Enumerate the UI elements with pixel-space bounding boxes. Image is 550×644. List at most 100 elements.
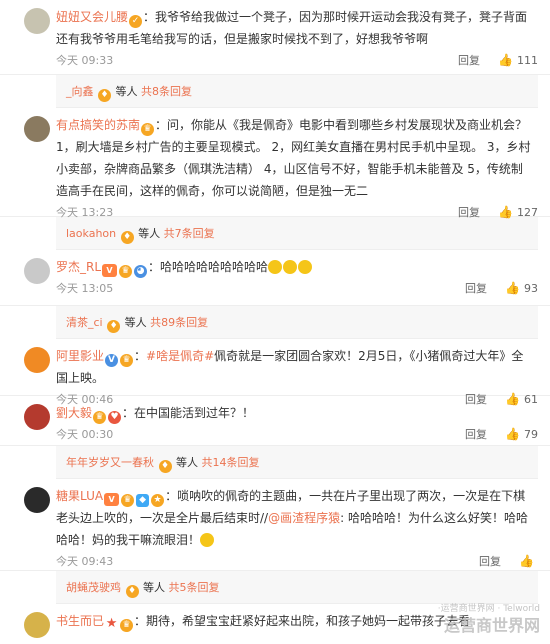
laugh-emoji-icon [268, 260, 283, 274]
like-button[interactable]: 👍 93 [505, 281, 538, 295]
timestamp: 今天 09:33 [56, 54, 114, 67]
comment-body: 有点搞笑的苏南 ♛ ：问，你能从《我是佩奇》电影中看到哪些乡村发展现状及商业机会？ … [56, 114, 538, 202]
reply-thread[interactable]: 清茶_ci ♦ 等人 共89条回复 [56, 306, 538, 339]
comment-text: ：在中国能活到过年？！ [122, 406, 255, 420]
comment-item: 有点搞笑的苏南 ♛ ：问，你能从《我是佩奇》电影中看到哪些乡村发展现状及商业机会？ … [0, 108, 550, 219]
mention-link[interactable]: @画渣程序猿 [268, 511, 340, 525]
thumbs-up-icon: 👍 [505, 427, 520, 441]
like-count: 111 [517, 53, 538, 67]
user-badge-icon: ♦ [120, 231, 134, 244]
reply-user-link[interactable]: 清茶_ci [66, 316, 103, 329]
timestamp: 今天 09:43 [56, 555, 114, 568]
member-badge-icon: ♛ [93, 411, 107, 424]
thumbs-up-icon: 👍 [498, 53, 513, 67]
reply-etc: 等人 [115, 85, 138, 98]
comment-meta: 今天 09:43 回复 👍 [56, 551, 538, 571]
username-link[interactable]: 劉大毅 [56, 406, 92, 420]
comment-actions: 回复 👍 79 [465, 426, 538, 442]
reply-etc: 等人 [176, 456, 198, 469]
username-link[interactable]: 罗杰_RL [56, 260, 101, 274]
comment-actions: 回复 👍 93 [465, 280, 538, 296]
user-badge-icon: ♦ [98, 89, 111, 102]
timestamp: 今天 13:05 [56, 282, 114, 295]
reply-button[interactable]: 回复 [465, 426, 487, 442]
timestamp: 今天 13:23 [56, 206, 114, 219]
avatar[interactable] [24, 8, 50, 34]
reply-user-link[interactable]: 胡蝇茂驶鸡 [66, 581, 121, 594]
thumbs-up-icon: 👍 [505, 281, 520, 295]
reply-user-link[interactable]: _向鑫 [66, 85, 94, 98]
shield-icon: ◆ [136, 494, 150, 507]
avatar[interactable] [24, 347, 50, 373]
watermark: 运营商世界网 [443, 616, 540, 635]
vip-badge-icon: V [104, 493, 120, 506]
reply-button[interactable]: 回复 [458, 204, 480, 220]
reply-etc: 等人 [124, 316, 147, 329]
thumbs-up-icon: 👍 [498, 205, 513, 219]
reply-thread[interactable]: 年年岁岁又一春秋 ♦ 等人 共14条回复 [56, 446, 538, 479]
reply-button[interactable]: 回复 [465, 280, 487, 296]
comment-body: 糖果LUA V ♛ ◆ ★ ：唢呐吹的佩奇的主题曲，一共在片子里出现了两次，一次是在下棋老… [56, 485, 538, 551]
fan-badge-icon: ★ [151, 494, 165, 507]
verified-badge-icon: V [105, 354, 119, 367]
username-link[interactable]: 有点搞笑的苏南 [56, 118, 140, 132]
topic-link[interactable]: #啥是佩奇# [146, 349, 214, 363]
reply-user-link[interactable]: laokahon [66, 227, 116, 240]
reply-count-link[interactable]: 共89条回复 [150, 316, 208, 329]
comment-body: 阿里影业 V ♛ ：#啥是佩奇#佩奇就是一家团圆合家欢！2月5日，《小猪佩奇过大年》全… [56, 349, 524, 385]
comment-meta: 今天 13:05 回复 👍 93 [56, 278, 538, 298]
reply-thread[interactable]: _向鑫 ♦ 等人 共8条回复 [56, 75, 538, 108]
member-badge-icon: ♛ [119, 265, 133, 278]
like-button[interactable]: 👍 111 [498, 53, 538, 67]
avatar[interactable] [24, 612, 50, 638]
reply-count-link[interactable]: 共7条回复 [164, 227, 215, 240]
like-button[interactable]: 👍 79 [505, 427, 538, 441]
vip-badge-icon: V [102, 264, 118, 277]
member-badge-icon: ♛ [120, 619, 134, 632]
comment-body: 劉大毅 ♛ ♥ ：在中国能活到过年？！ [56, 402, 538, 424]
reply-etc: 等人 [138, 227, 161, 240]
reply-etc: 等人 [143, 581, 165, 594]
like-button[interactable]: 👍 127 [498, 205, 538, 219]
comment-meta: 今天 09:33 回复 👍 111 [56, 50, 538, 70]
comment-meta: 今天 13:23 回复 👍 127 [56, 202, 538, 222]
member-badge-icon: ♛ [121, 494, 135, 507]
timestamp: 今天 00:30 [56, 428, 114, 441]
reply-user-link[interactable]: 年年岁岁又一春秋 [66, 456, 154, 469]
comment-text: ：期待，希望宝宝赶紧好起来出院，和孩子她妈一起带孩子去看 [134, 614, 471, 628]
reply-count-link[interactable]: 共14条回复 [202, 456, 260, 469]
username-link[interactable]: 阿里影业 [56, 349, 104, 363]
laugh-emoji-icon [283, 260, 298, 274]
comment-item: 阿里影业 V ♛ ：#啥是佩奇#佩奇就是一家团圆合家欢！2月5日，《小猪佩奇过大年》全… [0, 339, 550, 406]
comment-item: 妞妞又会儿腰 ✓ ：我爷爷给我做过一个凳子，因为那时候开运动会我没有凳子，凳子背面还… [0, 0, 550, 75]
username-link[interactable]: 妞妞又会儿腰 [56, 10, 128, 24]
avatar[interactable] [24, 258, 50, 284]
user-badge-icon: ♦ [125, 585, 139, 598]
like-count: 79 [524, 427, 538, 441]
username-link[interactable]: 书生而已 [56, 614, 104, 628]
reply-button[interactable]: 回复 [479, 553, 501, 569]
avatar[interactable] [24, 487, 50, 513]
username-link[interactable]: 糖果LUA [56, 489, 103, 503]
reply-button[interactable]: 回复 [458, 52, 480, 68]
comment-item: 糖果LUA V ♛ ◆ ★ ：唢呐吹的佩奇的主题曲，一共在片子里出现了两次，一次是在下棋老… [0, 479, 550, 571]
comment-meta: 今天 00:30 回复 👍 79 [56, 424, 538, 444]
avatar[interactable] [24, 404, 50, 430]
reply-thread[interactable]: 胡蝇茂驶鸡 ♦ 等人 共5条回复 [56, 571, 538, 604]
fan-badge-icon: ♥ [108, 411, 122, 424]
laugh-emoji-icon [298, 260, 313, 274]
avatar[interactable] [24, 116, 50, 142]
star-badge-icon: ★ [105, 616, 118, 631]
comment-item: 罗杰_RL V ♛ ◕ ：哈哈哈哈哈哈哈哈哈 今天 13:05 回复 👍 93 [0, 250, 550, 306]
comment-item: 劉大毅 ♛ ♥ ：在中国能活到过年？！ 今天 00:30 回复 👍 79 [0, 396, 550, 446]
cry-emoji-icon [200, 533, 215, 547]
user-badge-icon: ♦ [158, 460, 172, 473]
reply-count-link[interactable]: 共8条回复 [141, 85, 192, 98]
reply-count-link[interactable]: 共5条回复 [169, 581, 220, 594]
comment-actions: 回复 👍 127 [458, 204, 538, 220]
comment-text: ：哈哈哈哈哈哈哈哈哈 [148, 260, 269, 274]
member-badge-icon: ♛ [141, 123, 155, 136]
verified-badge-icon: ✓ [129, 15, 143, 28]
like-button[interactable]: 👍 [519, 554, 538, 568]
comment-actions: 回复 👍 [479, 553, 538, 569]
